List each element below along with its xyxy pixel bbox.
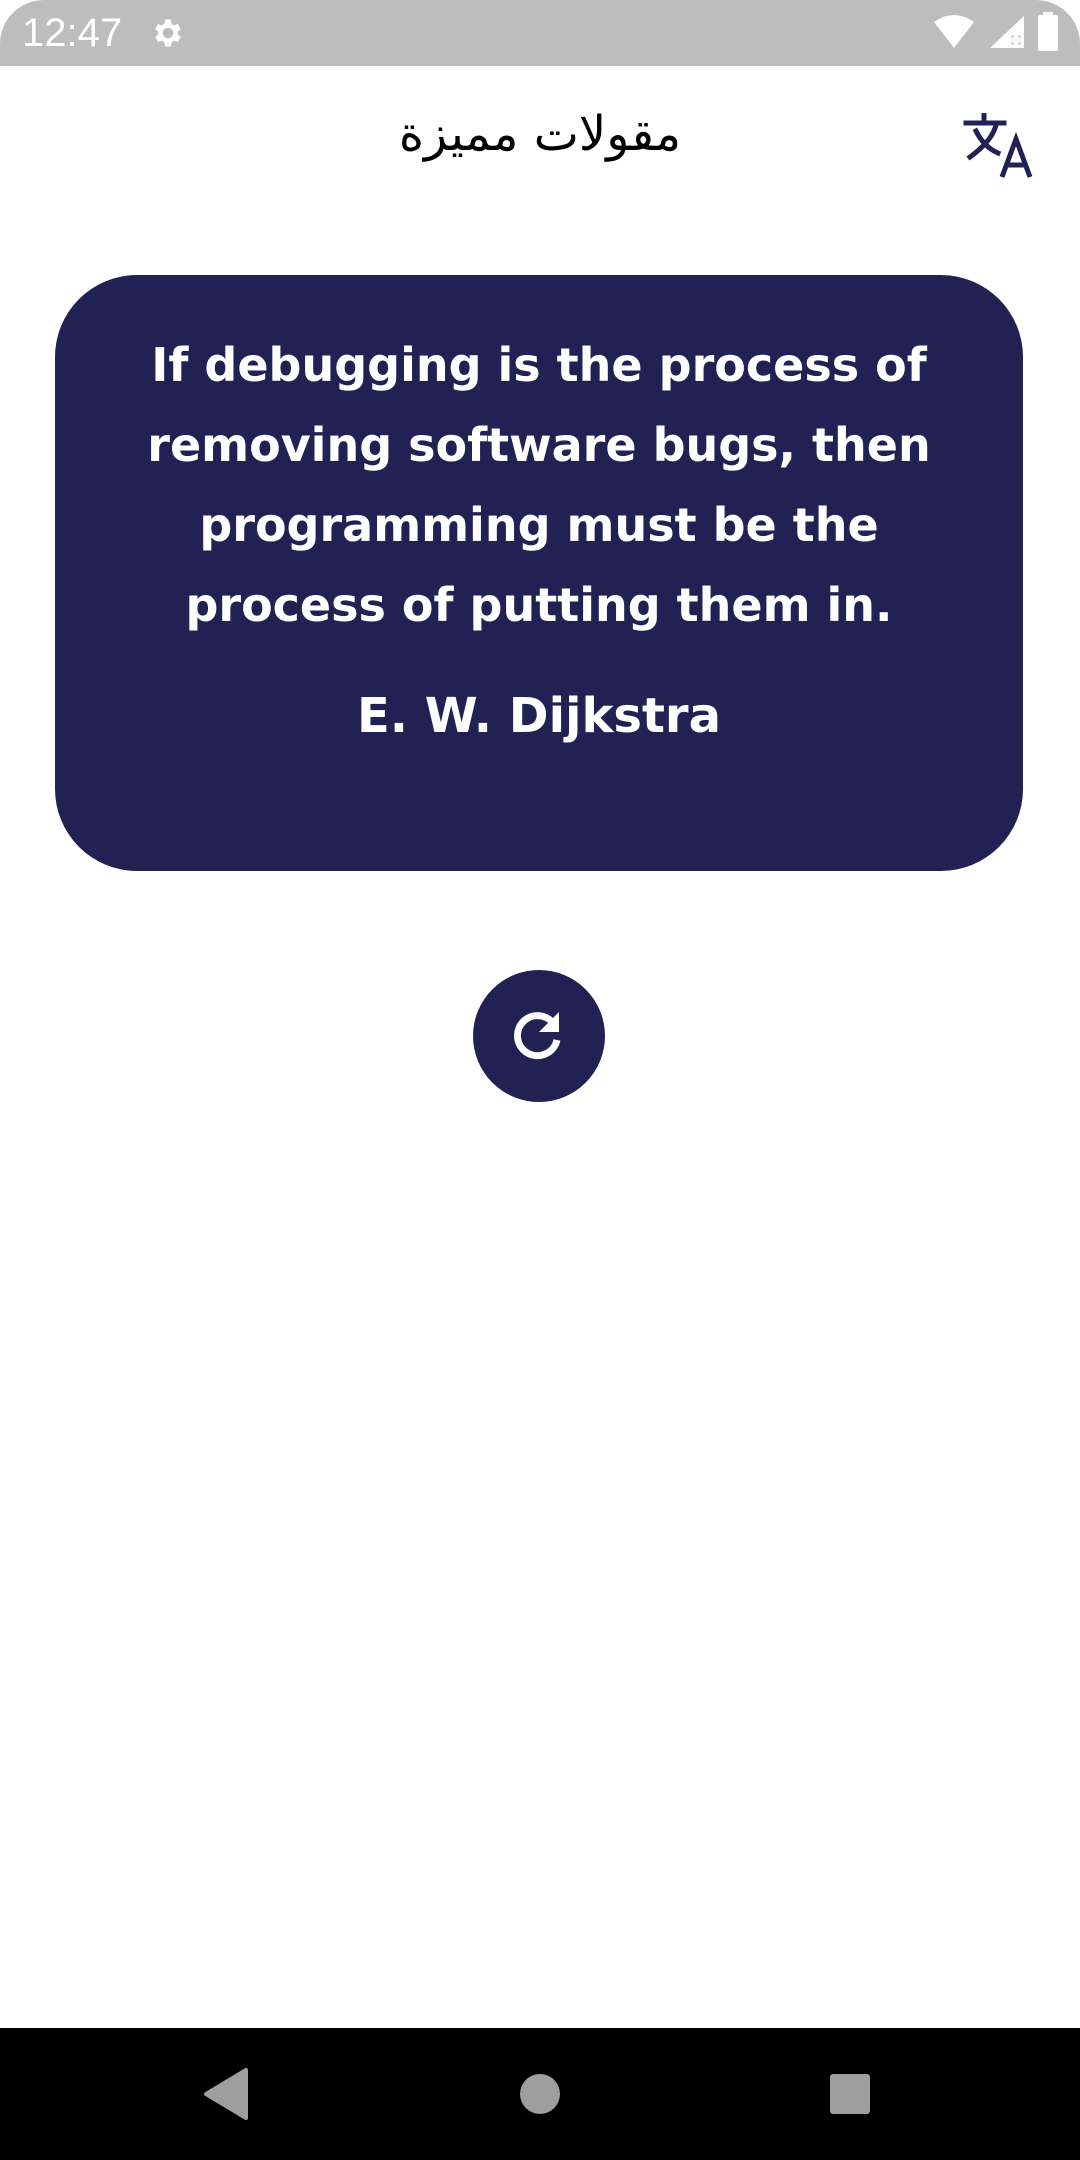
app-screen: 12:47 مقولات مميزة If debugging is the p…	[0, 0, 1080, 2160]
refresh-icon	[509, 1004, 569, 1068]
home-icon	[510, 2074, 570, 2128]
page-title: مقولات مميزة	[398, 106, 682, 162]
refresh-button[interactable]	[473, 970, 605, 1102]
quote-card: If debugging is the process of removing …	[55, 275, 1023, 871]
translate-icon	[962, 112, 1036, 185]
nav-home-button[interactable]	[510, 2064, 570, 2124]
wifi-icon	[932, 14, 976, 54]
nav-back-button[interactable]	[196, 2064, 256, 2124]
signal-icon	[986, 14, 1026, 54]
recents-icon	[820, 2074, 880, 2128]
navigation-bar	[0, 2028, 1080, 2160]
translate-button[interactable]	[962, 112, 1036, 181]
status-bar: 12:47	[0, 0, 1080, 66]
quote-author: E. W. Dijkstra	[357, 688, 721, 744]
back-icon	[196, 2068, 256, 2128]
quote-text: If debugging is the process of removing …	[147, 338, 931, 632]
battery-icon	[1036, 12, 1060, 56]
nav-recents-button[interactable]	[820, 2064, 880, 2124]
app-bar: مقولات مميزة	[0, 66, 1080, 216]
status-time: 12:47	[22, 11, 123, 55]
settings-icon	[150, 15, 186, 51]
status-icons	[932, 12, 1060, 56]
